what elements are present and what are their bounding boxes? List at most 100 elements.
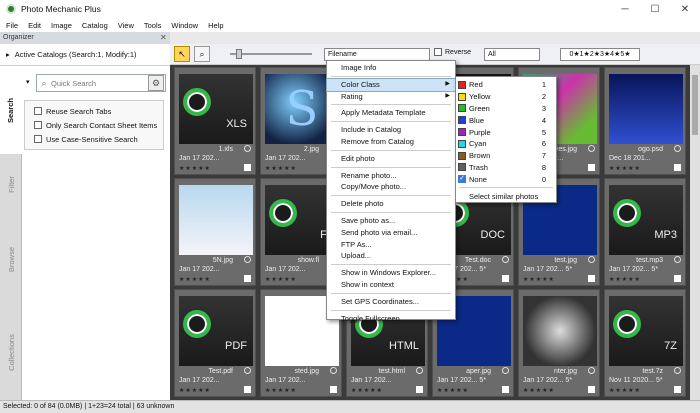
select-similar-photos[interactable]: Select similar photos [456,190,556,202]
tag-toggle-icon[interactable] [588,145,595,152]
color-class-cyan[interactable]: Cyan 6 [456,138,556,150]
menu-rename-photo[interactable]: Rename photo... [327,170,455,182]
color-class-purple[interactable]: Purple 5 [456,126,556,138]
thumbnail-size-slider[interactable] [230,49,312,59]
vertical-scrollbar[interactable] [690,65,700,400]
rating-stars[interactable]: ★★★★★ [609,165,641,172]
thumbnail-image[interactable]: XLS [179,74,253,144]
menu-toggle-fullscreen[interactable]: Toggle Fullscreen [327,313,455,325]
close-button[interactable]: ✕ [670,0,700,18]
select-checkbox[interactable] [502,386,509,393]
tag-toggle-icon[interactable] [244,367,251,374]
gear-icon[interactable]: ⚙ [148,75,164,91]
select-checkbox[interactable] [330,386,337,393]
thumbnail-image[interactable]: PDF [179,296,253,366]
menu-window[interactable]: Window [171,21,198,30]
checkbox[interactable] [34,135,42,143]
select-checkbox[interactable] [588,275,595,282]
thumbnail-cell[interactable]: 5N.jpg Jan 17 202... ★★★★★ [174,178,256,286]
select-checkbox[interactable] [674,275,681,282]
select-checkbox[interactable] [244,275,251,282]
active-catalogs[interactable]: ▸ Active Catalogs (Search:1, Modify:1) [0,44,170,66]
menu-rating[interactable]: Rating ▶ [327,91,455,103]
thumbnail-cell[interactable]: 7Z test.7z Nov 11 2020... 5* ★★★★★ [604,289,686,397]
tag-toggle-icon[interactable] [674,367,681,374]
thumbnail-cell[interactable]: nter.jpg Jan 17 202... 5* ★★★★★ [518,289,600,397]
select-checkbox[interactable] [674,386,681,393]
color-class-blue[interactable]: Blue 4 [456,114,556,126]
tag-toggle-icon[interactable] [330,367,337,374]
checkbox[interactable] [34,107,42,115]
menu-show-explorer[interactable]: Show in Windows Explorer... [327,267,455,279]
tag-toggle-icon[interactable] [244,256,251,263]
rating-stars[interactable]: ★★★★★ [179,387,211,394]
pointer-tool-icon[interactable]: ↖ [174,46,190,62]
thumbnail-cell[interactable]: PDF Test.pdf Jan 17 202... ★★★★★ [174,289,256,397]
rating-stars[interactable]: ★★★★★ [437,387,469,394]
tag-toggle-icon[interactable] [588,367,595,374]
tag-toggle-icon[interactable] [244,145,251,152]
select-checkbox[interactable] [674,164,681,171]
thumbnail-image[interactable]: MP3 [609,185,683,255]
select-checkbox[interactable] [502,275,509,282]
rating-stars[interactable]: ★★★★★ [523,276,555,283]
rating-stars[interactable]: ★★★★★ [265,276,297,283]
thumbnail-cell[interactable]: ogo.psd Dec 18 201... ★★★★★ [604,67,686,175]
menu-show-context[interactable]: Show in context [327,279,455,291]
menu-ftp-as[interactable]: FTP As... [327,239,455,251]
color-class-yellow[interactable]: Yellow 2 [456,91,556,103]
thumbnail-image[interactable] [179,185,253,255]
chevron-down-icon[interactable]: ▾ [26,78,30,86]
slider-knob[interactable] [236,49,242,59]
close-icon[interactable]: ✕ [160,32,167,44]
rating-stars[interactable]: ★★★★★ [265,387,297,394]
tab-filter[interactable]: Filter [0,154,22,214]
rating-stars[interactable]: ★★★★★ [179,165,211,172]
color-class-none[interactable]: ✓ None 0 [456,173,556,185]
tab-browse[interactable]: Browse [0,214,22,304]
filter-select[interactable]: All [484,48,540,61]
menu-catalog[interactable]: Catalog [82,21,108,30]
thumbnail-cell[interactable]: XLS 1.xls Jan 17 202... ★★★★★ [174,67,256,175]
tag-toggle-icon[interactable] [588,256,595,263]
menu-image[interactable]: Image [51,21,72,30]
select-checkbox[interactable] [416,386,423,393]
tag-toggle-icon[interactable] [502,367,509,374]
menu-copy-move[interactable]: Copy/Move photo... [327,181,455,193]
select-checkbox[interactable] [588,164,595,171]
color-class-trash[interactable]: Trash 8 [456,162,556,174]
quick-search-box[interactable]: ⌕ [36,74,166,92]
color-class-brown[interactable]: Brown 7 [456,150,556,162]
expand-arrow-icon[interactable]: ▸ [6,50,10,59]
rating-stars[interactable]: ★★★★★ [523,387,555,394]
menu-send-email[interactable]: Send photo via email... [327,227,455,239]
reverse-checkbox[interactable]: Reverse [434,48,471,56]
menu-save-as[interactable]: Save photo as... [327,215,455,227]
tab-search[interactable]: Search [0,66,22,154]
option-case-sensitive[interactable]: Use Case-Sensitive Search [25,132,163,146]
select-checkbox[interactable] [244,164,251,171]
menu-remove-catalog[interactable]: Remove from Catalog [327,136,455,148]
minimize-button[interactable]: ─ [610,0,640,18]
thumbnail-cell[interactable]: MP3 test.mp3 Jan 17 202... 5* ★★★★★ [604,178,686,286]
menu-file[interactable]: File [6,21,18,30]
rating-stars[interactable]: ★★★★★ [265,165,297,172]
checkbox[interactable] [34,121,42,129]
menu-edit-photo[interactable]: Edit photo [327,153,455,165]
star-filter[interactable]: 0★1★2★3★4★5★ [560,48,640,61]
menu-apply-metadata[interactable]: Apply Metadata Template [327,107,455,119]
tag-toggle-icon[interactable] [416,367,423,374]
rating-stars[interactable]: ★★★★★ [609,387,641,394]
option-reuse-tabs[interactable]: Reuse Search Tabs [25,104,163,118]
select-checkbox[interactable] [244,386,251,393]
menu-help[interactable]: Help [208,21,223,30]
tab-collections[interactable]: Collections [0,304,22,400]
zoom-tool-icon[interactable]: ⌕ [194,46,210,62]
rating-stars[interactable]: ★★★★★ [609,276,641,283]
select-checkbox[interactable] [588,386,595,393]
menu-view[interactable]: View [118,21,134,30]
menu-edit[interactable]: Edit [28,21,41,30]
menu-image-info[interactable]: Image Info [327,62,455,74]
scroll-thumb[interactable] [692,75,698,135]
menu-set-gps[interactable]: Set GPS Coordinates... [327,296,455,308]
